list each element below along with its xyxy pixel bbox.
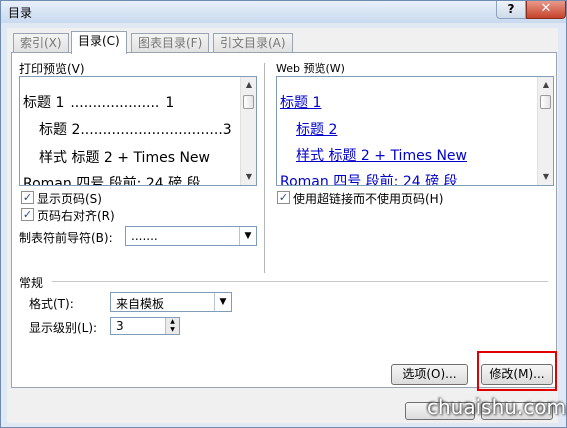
general-group-label: 常规 — [19, 276, 44, 290]
print-preview-line-3: 样式 标题 2 + Times New — [39, 150, 210, 166]
scroll-thumb[interactable] — [540, 95, 551, 109]
levels-spinner[interactable]: 3 ▲ ▼ — [110, 317, 180, 335]
web-preview-link-2[interactable]: 标题 2 — [296, 119, 337, 139]
options-button[interactable]: 选项(O)... — [391, 364, 468, 385]
spinner-buttons: ▲ ▼ — [165, 318, 179, 334]
scroll-down-icon[interactable]: ▼ — [538, 169, 553, 185]
web-preview-label: Web 预览(W) — [276, 62, 345, 75]
print-preview-line-4: Roman 四号 段前: 24 磅 段 — [23, 176, 201, 186]
right-align-checkbox[interactable]: ✓ — [21, 208, 34, 221]
tab-citations[interactable]: 引文目录(A) — [213, 33, 293, 53]
web-preview-scrollbar[interactable]: ▲ ▼ — [537, 77, 553, 185]
spin-up-icon[interactable]: ▲ — [166, 318, 179, 326]
web-preview-link-3[interactable]: 样式 标题 2 + Times New — [296, 145, 467, 165]
modify-highlight-box — [477, 351, 557, 391]
print-preview-line-2: 标题 2................................3 — [39, 122, 232, 138]
title-bar: 目录 ? ✕ — [1, 1, 566, 23]
scroll-up-icon[interactable]: ▲ — [241, 77, 256, 93]
print-preview-line-1: 标题 1.................... 1 — [23, 95, 175, 111]
window-title: 目录 — [8, 6, 33, 20]
levels-label: 显示级别(L): — [29, 321, 98, 335]
tab-toc[interactable]: 目录(C) — [71, 31, 127, 54]
chevron-down-icon[interactable]: ▼ — [239, 227, 256, 245]
chevron-down-icon[interactable]: ▼ — [214, 293, 231, 311]
print-preview-box[interactable]: 标题 1.................... 1 标题 2..........… — [19, 76, 257, 186]
tab-leader-select[interactable]: ....... ▼ — [125, 226, 257, 246]
format-value: 来自模板 — [116, 297, 165, 311]
help-button[interactable]: ? — [496, 1, 526, 19]
tab-index[interactable]: 索引(X) — [13, 33, 69, 53]
print-preview-scrollbar[interactable]: ▲ ▼ — [240, 77, 256, 185]
scroll-up-icon[interactable]: ▲ — [538, 77, 553, 93]
show-page-numbers-checkbox[interactable]: ✓ — [21, 191, 34, 204]
tab-leader-value: ....... — [131, 229, 158, 243]
scroll-down-icon[interactable]: ▼ — [241, 169, 256, 185]
levels-value: 3 — [116, 319, 124, 333]
web-preview-link-1[interactable]: 标题 1 — [280, 92, 321, 112]
use-hyperlinks-checkbox[interactable]: ✓ — [277, 191, 290, 204]
format-label: 格式(T): — [29, 297, 74, 311]
web-preview-link-4[interactable]: Roman 四号 段前: 24 磅 段 — [280, 171, 458, 185]
web-preview-box[interactable]: 标题 1 标题 2 样式 标题 2 + Times New Roman 四号 段… — [276, 76, 554, 186]
format-select[interactable]: 来自模板 ▼ — [110, 292, 232, 312]
spin-down-icon[interactable]: ▼ — [166, 326, 179, 334]
tab-figures[interactable]: 图表目录(F) — [131, 33, 210, 53]
scroll-thumb[interactable] — [243, 95, 254, 109]
close-button[interactable]: ✕ — [526, 1, 566, 19]
vertical-divider — [264, 63, 265, 273]
tab-leader-label: 制表符前导符(B): — [19, 231, 113, 245]
use-hyperlinks-label: 使用超链接而不使用页码(H) — [293, 192, 444, 206]
print-preview-label: 打印预览(V) — [19, 62, 85, 76]
group-separator — [52, 281, 548, 282]
watermark: chuaishu.com — [427, 395, 567, 419]
right-align-label: 页码右对齐(R) — [37, 209, 115, 223]
show-page-numbers-label: 显示页码(S) — [37, 192, 102, 206]
